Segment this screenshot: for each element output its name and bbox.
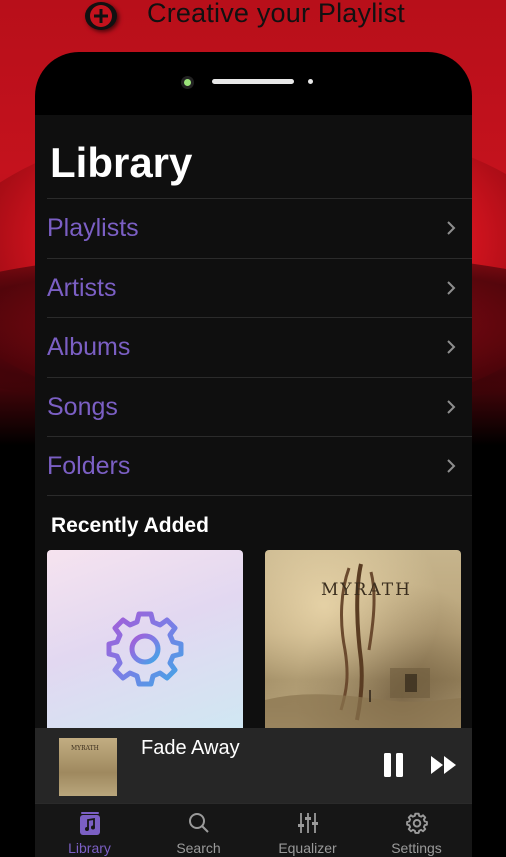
chevron-right-icon xyxy=(446,280,456,301)
now-playing-bar[interactable]: MYRATH Fade Away xyxy=(35,728,472,803)
library-menu: Playlists Artists Albums Songs Folders xyxy=(47,198,472,496)
tab-settings[interactable]: Settings xyxy=(362,804,471,857)
promo-header: Creative your Playlist xyxy=(0,0,506,34)
menu-item-label: Albums xyxy=(47,333,131,361)
phone-frame: Library Playlists Artists Albums Songs F… xyxy=(35,52,472,857)
promo-title: Creative your Playlist xyxy=(147,0,405,28)
chevron-right-icon xyxy=(446,339,456,360)
equalizer-icon xyxy=(297,812,319,839)
chevron-right-icon xyxy=(446,220,456,241)
pause-icon[interactable] xyxy=(383,752,405,783)
menu-item-albums[interactable]: Albums xyxy=(47,317,472,377)
music-note-icon xyxy=(79,812,101,841)
menu-item-songs[interactable]: Songs xyxy=(47,376,472,437)
tab-library[interactable]: Library xyxy=(35,804,144,857)
gear-icon xyxy=(106,611,184,687)
chevron-right-icon xyxy=(446,458,456,479)
menu-item-playlists[interactable]: Playlists xyxy=(47,198,472,258)
album-artwork xyxy=(265,563,461,735)
plus-circle-icon xyxy=(85,2,117,30)
menu-item-label: Songs xyxy=(47,392,118,421)
tab-equalizer[interactable]: Equalizer xyxy=(253,804,362,857)
menu-item-artists[interactable]: Artists xyxy=(47,257,472,318)
tab-label: Search xyxy=(176,840,221,856)
now-playing-title: Fade Away xyxy=(141,737,240,759)
tab-label: Library xyxy=(68,840,111,856)
menu-item-label: Playlists xyxy=(47,214,139,242)
tab-label: Equalizer xyxy=(278,840,337,856)
phone-notch xyxy=(35,52,472,114)
proximity-sensor xyxy=(308,79,313,84)
artwork-text: MYRATH xyxy=(71,745,99,752)
menu-item-folders[interactable]: Folders xyxy=(47,436,472,496)
speaker-grille xyxy=(212,79,294,84)
tab-label: Settings xyxy=(391,840,442,856)
recently-added-title: Recently Added xyxy=(51,514,209,537)
now-playing-artwork: MYRATH xyxy=(59,738,117,796)
menu-item-label: Artists xyxy=(47,273,117,302)
recent-item-album[interactable]: MYRATH xyxy=(265,550,461,735)
chevron-right-icon xyxy=(446,399,456,420)
camera-icon xyxy=(181,76,194,89)
gear-icon xyxy=(405,812,428,839)
search-icon xyxy=(188,812,210,839)
recent-item-settings[interactable] xyxy=(47,550,243,735)
app-screen: Library Playlists Artists Albums Songs F… xyxy=(35,115,472,857)
fast-forward-icon[interactable] xyxy=(430,755,458,780)
tab-search[interactable]: Search xyxy=(144,804,253,857)
tab-bar: Library Search Equalizer Settings xyxy=(35,803,472,857)
menu-item-label: Folders xyxy=(47,452,131,480)
album-title-text: MYRATH xyxy=(321,580,412,600)
page-title: Library xyxy=(50,139,193,186)
